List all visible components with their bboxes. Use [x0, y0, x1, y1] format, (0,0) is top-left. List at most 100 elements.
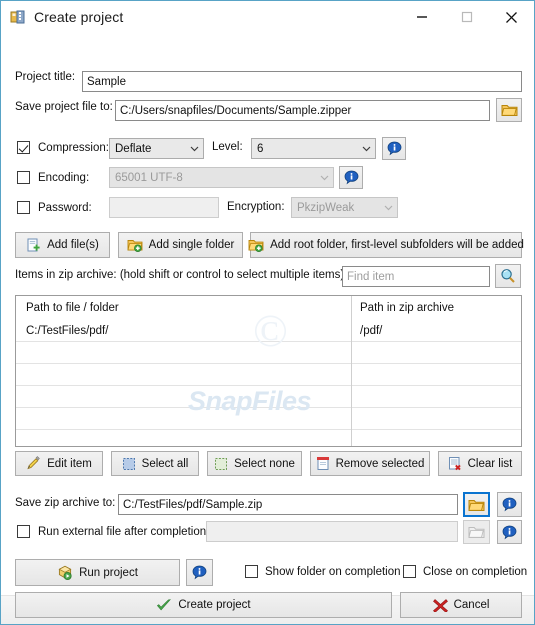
- remove-selected-button[interactable]: Remove selected: [310, 451, 430, 476]
- find-item-button[interactable]: [495, 264, 521, 288]
- compression-method-select[interactable]: Deflate: [109, 138, 204, 159]
- find-item-input[interactable]: [342, 266, 490, 287]
- project-title-input[interactable]: [82, 71, 522, 92]
- encoding-select[interactable]: 65001 UTF-8: [109, 167, 334, 188]
- save-zip-input[interactable]: [118, 494, 458, 515]
- select-all-button[interactable]: Select all: [111, 451, 199, 476]
- folder-icon: [500, 105, 517, 116]
- compression-checkbox[interactable]: [17, 141, 30, 154]
- save-zip-info-button[interactable]: [497, 492, 522, 517]
- encoding-info-button[interactable]: [339, 166, 363, 189]
- clear-list-icon: [448, 456, 462, 471]
- show-folder-checkbox[interactable]: [245, 565, 258, 578]
- save-project-input[interactable]: [115, 100, 490, 121]
- items-label-wrap: Items in zip archive: (hold shift or con…: [15, 269, 344, 281]
- column-header-path: Path to file / folder: [26, 302, 119, 314]
- table-row-empty[interactable]: [16, 430, 521, 446]
- compression-level-select[interactable]: 6: [251, 138, 376, 159]
- clear-list-button[interactable]: Clear list: [438, 451, 522, 476]
- edit-item-button[interactable]: Edit item: [15, 451, 103, 476]
- window-title: Create project: [34, 9, 124, 25]
- compression-info-button[interactable]: [382, 137, 406, 160]
- items-list[interactable]: © SnapFiles Path to file / folder Path i…: [15, 295, 522, 447]
- column-header-zip-path: Path in zip archive: [360, 302, 454, 314]
- encoding-row: Encoding:: [17, 171, 89, 184]
- clear-list-label: Clear list: [467, 457, 513, 470]
- column-divider: [351, 296, 352, 446]
- run-external-checkbox[interactable]: [17, 525, 30, 538]
- save-project-browse-button[interactable]: [496, 98, 522, 122]
- level-label: Level:: [212, 141, 243, 153]
- info-icon: [344, 170, 358, 185]
- add-single-folder-label: Add single folder: [148, 239, 235, 251]
- select-all-icon: [122, 457, 136, 471]
- row-path: C:/TestFiles/pdf/: [26, 324, 109, 337]
- select-none-button[interactable]: Select none: [207, 451, 302, 476]
- encryption-select[interactable]: PkzipWeak: [291, 197, 398, 218]
- add-folder-icon: [127, 238, 143, 253]
- red-x-icon: [432, 598, 448, 612]
- run-project-info-button[interactable]: [186, 559, 213, 586]
- close-on-completion-row[interactable]: Close on completion: [403, 565, 527, 578]
- table-row[interactable]: C:/TestFiles/pdf/ /pdf/: [16, 320, 521, 342]
- pencil-icon: [26, 456, 41, 471]
- save-zip-browse-button[interactable]: [463, 492, 490, 517]
- chevron-down-icon: [316, 175, 333, 181]
- add-root-folder-button[interactable]: Add root folder, first-level subfolders …: [248, 232, 524, 258]
- run-external-row: Run external file after completion:: [17, 525, 209, 538]
- encoding-value: 65001 UTF-8: [115, 171, 183, 184]
- show-folder-row[interactable]: Show folder on completion: [245, 565, 401, 578]
- project-title-row: Project title:: [15, 71, 75, 83]
- encoding-checkbox[interactable]: [17, 171, 30, 184]
- items-label: Items in zip archive: (hold shift or con…: [15, 269, 345, 281]
- row-zip-path: /pdf/: [360, 324, 383, 337]
- table-row-empty[interactable]: [16, 342, 521, 364]
- minimize-button[interactable]: [399, 1, 444, 33]
- cancel-label: Cancel: [453, 599, 490, 611]
- level-label-wrap: Level:: [212, 141, 243, 153]
- maximize-button[interactable]: [444, 1, 489, 33]
- save-zip-label-wrap: Save zip archive to:: [15, 497, 115, 509]
- title-bar: Create project: [1, 1, 534, 33]
- password-input[interactable]: [109, 197, 219, 218]
- info-icon: [502, 525, 517, 539]
- password-checkbox[interactable]: [17, 201, 30, 214]
- folder-icon: [468, 527, 485, 538]
- chevron-down-icon: [186, 146, 203, 152]
- edit-item-label: Edit item: [47, 457, 92, 470]
- add-files-label: Add file(s): [47, 239, 99, 251]
- info-icon: [387, 141, 401, 156]
- run-external-input[interactable]: [206, 521, 458, 542]
- table-row-empty[interactable]: [16, 386, 521, 408]
- add-root-folder-label: Add root folder, first-level subfolders …: [270, 239, 524, 251]
- close-button[interactable]: [489, 1, 534, 33]
- close-on-completion-checkbox[interactable]: [403, 565, 416, 578]
- create-project-button[interactable]: Create project: [15, 592, 392, 618]
- run-project-icon: [57, 565, 73, 581]
- run-external-info-button[interactable]: [497, 520, 522, 544]
- encoding-label: Encoding:: [38, 171, 90, 184]
- window-controls: [399, 1, 534, 33]
- project-title-label: Project title:: [15, 71, 76, 83]
- close-on-completion-label: Close on completion: [423, 565, 528, 578]
- chevron-down-icon: [380, 205, 397, 211]
- password-row: Password:: [17, 201, 92, 214]
- magnifier-icon: [501, 269, 515, 283]
- add-root-folder-icon: [248, 238, 264, 253]
- add-files-button[interactable]: Add file(s): [15, 232, 110, 258]
- select-none-label: Select none: [234, 457, 295, 470]
- chevron-down-icon: [358, 146, 375, 152]
- cancel-button[interactable]: Cancel: [400, 592, 522, 618]
- table-row-empty[interactable]: [16, 408, 521, 430]
- compression-row: Compression:: [17, 141, 109, 154]
- compression-method-value: Deflate: [115, 142, 152, 155]
- run-project-button[interactable]: Run project: [15, 559, 180, 586]
- create-project-label: Create project: [178, 599, 251, 611]
- add-single-folder-button[interactable]: Add single folder: [118, 232, 243, 258]
- select-none-icon: [214, 457, 228, 471]
- compression-level-value: 6: [257, 142, 264, 155]
- select-all-label: Select all: [141, 457, 189, 470]
- table-row-empty[interactable]: [16, 364, 521, 386]
- password-label: Password:: [38, 201, 92, 214]
- run-external-browse-button[interactable]: [463, 520, 490, 544]
